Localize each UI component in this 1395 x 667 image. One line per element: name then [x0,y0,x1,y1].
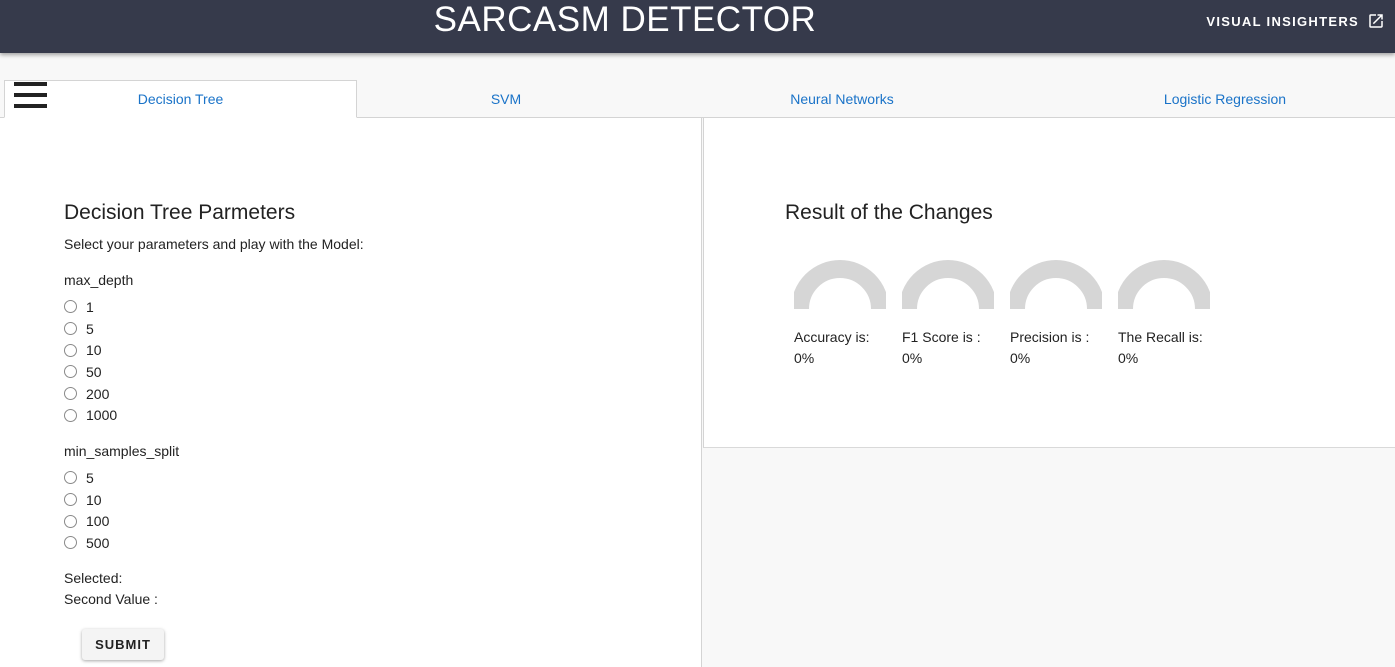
radio-button[interactable] [64,387,77,401]
max-depth-radio-group: 1 5 10 50 200 1000 [64,296,117,426]
min-samples-split-option[interactable]: 5 [64,467,109,489]
selected-label: Selected: [64,570,123,586]
max-depth-option[interactable]: 1 [64,296,117,318]
parameters-title: Decision Tree Parmeters [64,201,296,224]
gauge-arc [1010,260,1102,310]
gauge-label: The Recall is: [1118,329,1203,345]
recall-gauge: The Recall is: 0% [1118,249,1226,369]
tab-neural-networks[interactable]: Neural Networks [660,80,1024,118]
option-label: 1 [86,298,94,315]
f1-score-gauge: F1 Score is : 0% [902,249,1010,369]
tab-decision-tree[interactable]: Decision Tree [4,80,357,118]
max-depth-option[interactable]: 1000 [64,404,117,426]
option-label: 10 [86,342,102,359]
max-depth-option[interactable]: 10 [64,339,117,361]
menu-icon[interactable] [14,82,47,108]
tab-label: Neural Networks [790,91,894,107]
tab-label: Logistic Regression [1163,91,1287,107]
gauge-value: 0% [1010,350,1031,366]
tab-logistic-regression[interactable]: Logistic Regression [1055,80,1395,118]
tab-label: SVM [490,91,522,107]
model-tabs: Decision Tree SVM Neural Networks Logist… [0,80,1395,118]
min-samples-split-option[interactable]: 10 [64,489,109,511]
max-depth-option[interactable]: 5 [64,318,117,340]
parameters-panel: Decision Tree Parmeters Select your para… [0,118,702,667]
gauge-value: 0% [794,350,815,366]
gauge-row: Accuracy is: 0% F1 Score is : 0% Precisi… [794,249,1226,369]
gauge-value: 0% [902,350,923,366]
gauge-arc [1118,260,1210,310]
option-label: 10 [86,491,102,508]
min-samples-split-radio-group: 5 10 100 500 [64,467,109,554]
option-label: 5 [86,469,94,486]
option-label: 50 [86,363,102,380]
max-depth-option[interactable]: 200 [64,383,117,405]
min-samples-split-option[interactable]: 500 [64,532,109,554]
visual-insighters-link[interactable]: VISUAL INSIGHTERS [1206,12,1385,30]
gauge-label: F1 Score is : [902,329,981,345]
radio-button[interactable] [64,322,77,336]
option-label: 100 [86,513,110,530]
radio-button[interactable] [64,514,77,528]
accuracy-gauge: Accuracy is: 0% [794,249,902,369]
min-samples-split-label: min_samples_split [64,443,180,459]
radio-button[interactable] [64,343,77,357]
gauge-value: 0% [1118,350,1139,366]
gauge-label: Precision is : [1010,329,1090,345]
option-label: 200 [86,385,110,402]
tab-svm[interactable]: SVM [357,80,655,118]
option-label: 1000 [86,407,118,424]
open-in-new-icon [1369,14,1383,28]
visual-insighters-label: VISUAL INSIGHTERS [1206,13,1359,29]
results-panel: Result of the Changes Accuracy is: 0% F1… [703,118,1395,448]
max-depth-label: max_depth [64,272,134,288]
radio-button[interactable] [64,365,77,379]
min-samples-split-option[interactable]: 100 [64,510,109,532]
results-title: Result of the Changes [785,201,993,224]
gauge-arc [902,260,994,310]
radio-button[interactable] [64,536,77,550]
gauge-arc [794,260,886,310]
gauge-label: Accuracy is: [794,329,870,345]
app-bar: SARCASM DETECTOR VISUAL INSIGHTERS [0,0,1395,53]
radio-button[interactable] [64,493,77,507]
radio-button[interactable] [64,300,77,314]
option-label: 500 [86,534,110,551]
app-title: SARCASM DETECTOR [433,0,817,39]
tab-label: Decision Tree [137,91,224,107]
second-value-label: Second Value : [64,591,158,607]
radio-button[interactable] [64,408,77,422]
max-depth-option[interactable]: 50 [64,361,117,383]
radio-button[interactable] [64,471,77,485]
option-label: 5 [86,320,94,337]
submit-button[interactable]: SUBMIT [82,629,164,660]
precision-gauge: Precision is : 0% [1010,249,1118,369]
parameters-subtitle: Select your parameters and play with the… [64,236,364,252]
